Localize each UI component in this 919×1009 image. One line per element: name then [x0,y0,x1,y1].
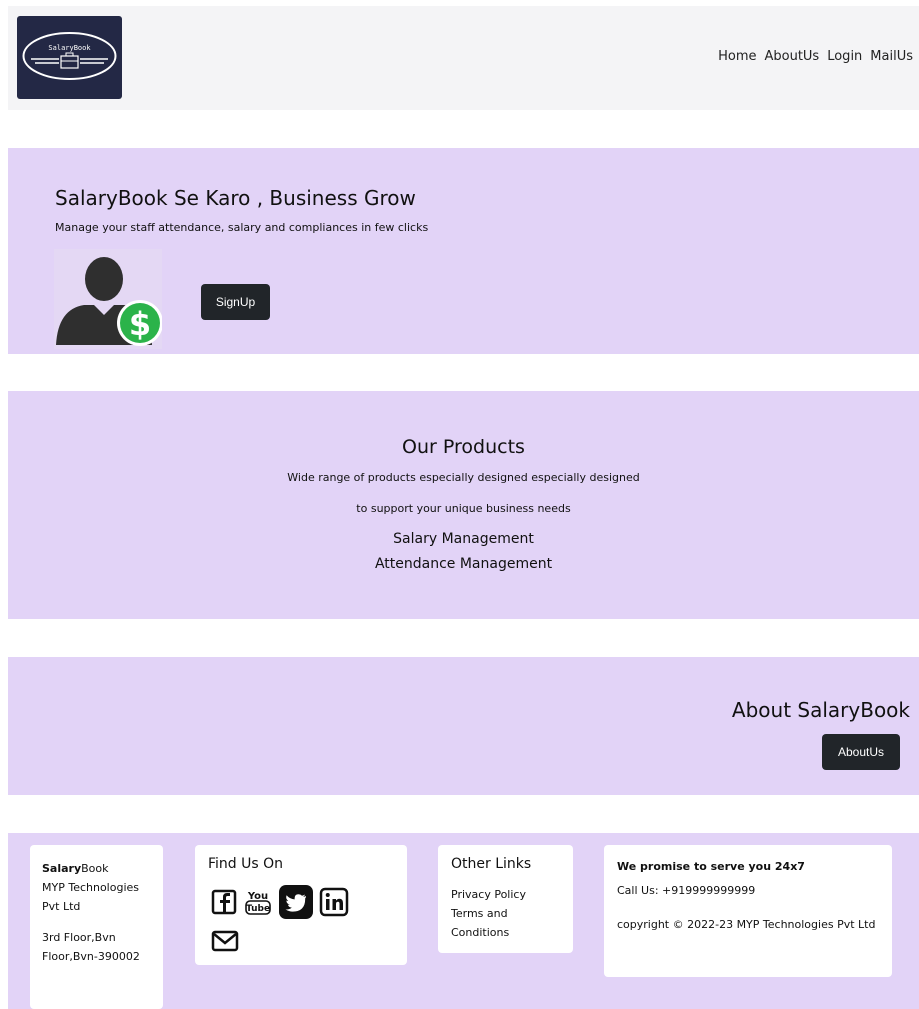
hero-subtitle: Manage your staff attendance, salary and… [55,221,429,234]
nav-mailus-link[interactable]: MailUs [870,49,913,64]
products-title: Our Products [402,436,525,458]
footer-links-card: Other Links Privacy Policy Terms and Con… [438,845,573,953]
signup-button[interactable]: SignUp [201,284,270,320]
other-links-title: Other Links [451,856,532,872]
mail-icon[interactable] [211,929,239,957]
products-section: Our Products Wide range of products espe… [8,391,919,619]
nav-aboutus-link[interactable]: AboutUs [764,49,819,64]
hero-title: SalaryBook Se Karo , Business Grow [55,186,416,210]
social-icons: You Tube [211,885,371,957]
footer-links: Privacy Policy Terms and Conditions [451,885,541,942]
products-description-line2: to support your unique business needs [356,502,571,515]
copyright-text: copyright © 2022-23 MYP Technologies Pvt… [617,918,876,931]
footer: SalaryBook MYP Technologies Pvt Ltd 3rd … [8,833,919,1009]
svg-text:$: $ [129,305,151,343]
nav-links: Home AboutUs Login MailUs [718,49,913,64]
nav-login-link[interactable]: Login [827,49,862,64]
terms-conditions-link[interactable]: Terms and Conditions [451,904,541,942]
product-item: Attendance Management [374,556,553,572]
privacy-policy-link[interactable]: Privacy Policy [451,885,541,904]
linkedin-icon[interactable] [319,887,349,921]
youtube-icon[interactable]: You Tube [243,888,273,920]
footer-contact-card: We promise to serve you 24x7 Call Us: +9… [604,845,892,977]
aboutus-button[interactable]: AboutUs [822,734,900,770]
twitter-icon[interactable] [279,885,313,923]
facebook-icon[interactable] [211,889,237,919]
nav-home-link[interactable]: Home [718,49,756,64]
footer-company-name: MYP Technologies Pvt Ltd [42,881,140,913]
hero-section: SalaryBook Se Karo , Business Grow Manag… [8,148,919,354]
salarybook-logo[interactable]: SalaryBook [17,16,122,99]
logo-emblem-icon: SalaryBook [22,32,117,80]
call-us-number: Call Us: +919999999999 [617,884,756,897]
footer-brand: SalaryBook [42,862,109,875]
about-title: About SalaryBook [731,698,910,722]
footer-address: 3rd Floor,Bvn Floor,Bvn-390002 [42,931,140,963]
person-dollar-icon: $ [54,249,163,349]
svg-text:Tube: Tube [246,904,270,914]
find-us-title: Find Us On [208,856,284,872]
products-description-line1: Wide range of products especially design… [287,471,640,484]
navbar: SalaryBook Home AboutUs Login MailUs [8,6,919,110]
product-item: Salary Management [393,531,534,547]
service-promise: We promise to serve you 24x7 [617,860,805,873]
footer-social-card: Find Us On You Tube [195,845,407,965]
about-section: About SalaryBook AboutUs [8,657,919,795]
staff-salary-image: $ [54,249,163,349]
footer-company-card: SalaryBook MYP Technologies Pvt Ltd 3rd … [30,845,163,1009]
svg-text:SalaryBook: SalaryBook [48,44,91,52]
